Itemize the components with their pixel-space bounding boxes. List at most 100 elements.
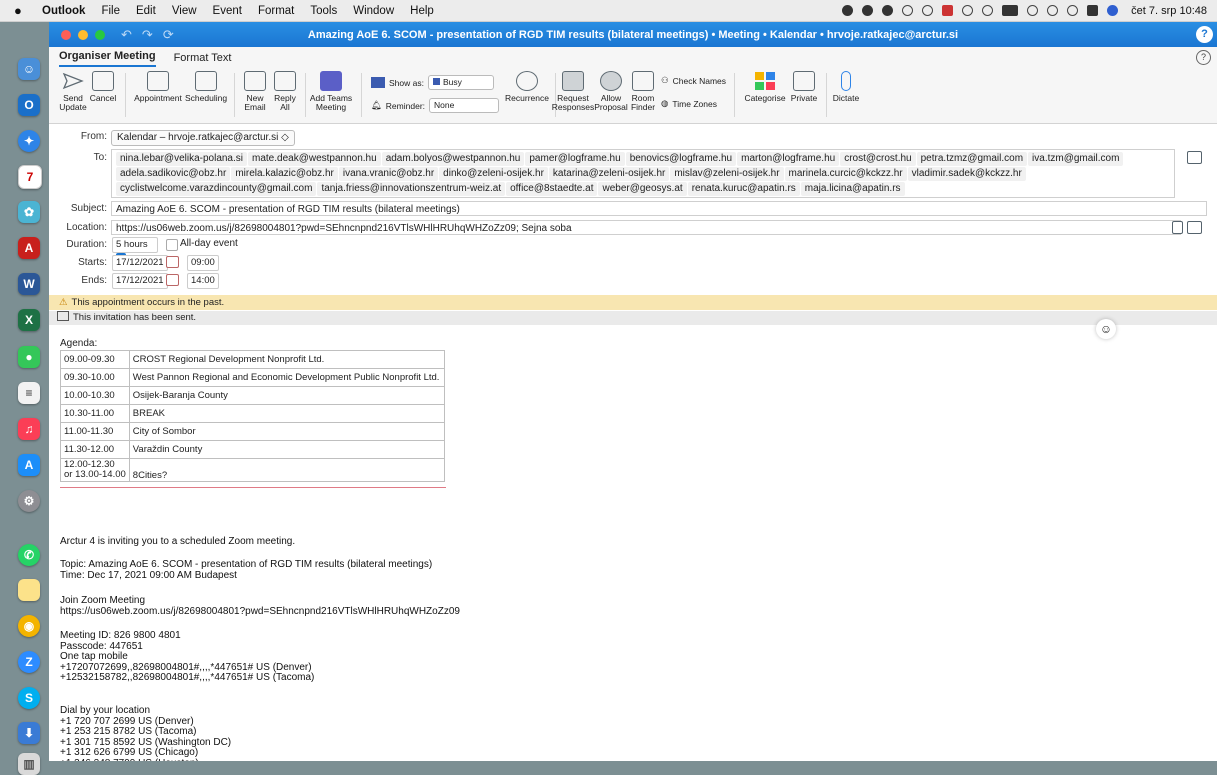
finder-icon[interactable]: ☺ bbox=[18, 58, 40, 80]
room-book-icon[interactable] bbox=[1187, 221, 1202, 234]
menu-file[interactable]: File bbox=[101, 5, 120, 17]
appointment-button[interactable]: Appointment bbox=[133, 71, 183, 103]
photos-icon[interactable]: ✿ bbox=[18, 201, 40, 223]
private-button[interactable]: Private bbox=[789, 71, 819, 103]
menu-app-name[interactable]: Outlook bbox=[42, 5, 85, 17]
flag-icon[interactable] bbox=[942, 5, 954, 16]
status-bar-icon[interactable] bbox=[842, 5, 854, 16]
siri-icon[interactable] bbox=[1107, 5, 1119, 16]
address-book-icon[interactable] bbox=[1187, 151, 1202, 164]
recipient-chip[interactable]: mislav@zeleni-osijek.hr bbox=[670, 167, 784, 181]
emoji-reaction-icon[interactable]: ☺ bbox=[1096, 319, 1116, 339]
menu-help[interactable]: Help bbox=[410, 5, 434, 17]
dictate-button[interactable]: Dictate bbox=[831, 71, 861, 103]
recipient-chip[interactable]: petra.tzmz@gmail.com bbox=[916, 152, 1028, 166]
chrome-icon[interactable]: ◉ bbox=[18, 615, 40, 637]
recipient-chip[interactable]: cyclistwelcome.varazdincounty@gmail.com bbox=[116, 182, 317, 196]
menu-event[interactable]: Event bbox=[213, 5, 242, 17]
check-names-button[interactable]: ⚇ Check Names bbox=[661, 75, 726, 86]
from-select[interactable]: Kalendar – hrvoje.ratkajec@arctur.si ◇ bbox=[111, 130, 295, 146]
tab-organiser-meeting[interactable]: Organiser Meeting bbox=[59, 48, 156, 67]
search-icon[interactable] bbox=[1067, 5, 1079, 16]
status-bar-icon[interactable] bbox=[882, 5, 894, 16]
menu-format[interactable]: Format bbox=[258, 5, 294, 17]
messages-icon[interactable]: ● bbox=[18, 346, 40, 368]
trash-icon[interactable]: ▥ bbox=[18, 753, 40, 775]
recipient-chip[interactable]: nina.lebar@velika-polana.si bbox=[116, 152, 247, 166]
keyboard-layout-icon[interactable] bbox=[1002, 5, 1019, 16]
menu-clock[interactable]: čet 7. srp 10:48 bbox=[1131, 5, 1207, 17]
zoom-window-button[interactable] bbox=[95, 29, 105, 40]
recipient-chip[interactable]: renata.kuruc@apatin.rs bbox=[687, 182, 800, 196]
status-bar-icon[interactable] bbox=[922, 5, 934, 16]
to-recipients-field[interactable]: nina.lebar@velika-polana.si mate.deak@wes… bbox=[111, 149, 1175, 198]
control-center-icon[interactable] bbox=[1087, 5, 1099, 16]
menu-window[interactable]: Window bbox=[353, 5, 394, 17]
redo-icon[interactable]: ↷ bbox=[142, 27, 153, 43]
sync-icon[interactable]: ⟳ bbox=[163, 27, 174, 43]
music-icon[interactable]: ♫ bbox=[18, 418, 40, 440]
recipient-chip[interactable]: adam.bolyos@westpannon.hu bbox=[381, 152, 525, 166]
recipient-chip[interactable]: maja.licina@apatin.rs bbox=[800, 182, 905, 196]
help-icon[interactable]: ? bbox=[1196, 26, 1213, 43]
recurrence-button[interactable]: Recurrence bbox=[504, 71, 550, 103]
recipient-chip[interactable]: adela.sadikovic@obz.hr bbox=[116, 167, 231, 181]
location-field[interactable]: https://us06web.zoom.us/j/82698004801?pw… bbox=[111, 220, 1181, 235]
word-icon[interactable]: W bbox=[18, 273, 40, 295]
show-as-select[interactable]: Busy bbox=[427, 75, 494, 90]
recipient-chip[interactable]: ivana.vranic@obz.hr bbox=[338, 167, 439, 181]
end-time-field[interactable]: 14:00 bbox=[187, 273, 219, 289]
reminders-icon[interactable]: ≡ bbox=[18, 382, 40, 404]
whatsapp-icon[interactable]: ✆ bbox=[18, 544, 40, 566]
acrobat-icon[interactable]: A bbox=[18, 237, 40, 259]
excel-icon[interactable]: X bbox=[18, 309, 40, 331]
downloads-folder-icon[interactable]: ⬇ bbox=[18, 722, 40, 744]
cancel-meeting-button[interactable]: Cancel bbox=[89, 71, 117, 103]
recipient-chip[interactable]: dinko@zeleni-osijek.hr bbox=[439, 167, 548, 181]
wifi-icon[interactable] bbox=[1027, 5, 1039, 16]
help-question-icon[interactable]: ? bbox=[1196, 50, 1211, 65]
all-day-checkbox[interactable] bbox=[166, 239, 178, 251]
tab-format-text[interactable]: Format Text bbox=[174, 50, 232, 67]
start-calendar-icon[interactable] bbox=[166, 256, 179, 268]
allow-proposal-button[interactable]: Allow Proposal bbox=[594, 71, 628, 112]
recipient-chip[interactable]: mate.deak@westpannon.hu bbox=[248, 152, 381, 166]
room-finder-button[interactable]: Room Finder bbox=[629, 71, 657, 112]
phone-icon[interactable] bbox=[962, 5, 974, 16]
calendar-icon[interactable]: 7 bbox=[18, 165, 42, 189]
subject-field[interactable]: Amazing AoE 6. SCOM - presentation of RG… bbox=[111, 201, 1207, 216]
apple-menu-icon[interactable]: ● bbox=[14, 3, 32, 18]
recipient-chip[interactable]: crost@crost.hu bbox=[840, 152, 916, 166]
recipient-chip[interactable]: iva.tzm@gmail.com bbox=[1028, 152, 1124, 166]
menu-tools[interactable]: Tools bbox=[310, 5, 337, 17]
end-date-field[interactable]: 17/12/2021 bbox=[112, 273, 168, 289]
recipient-chip[interactable]: katarina@zeleni-osijek.hr bbox=[548, 167, 670, 181]
recipient-chip[interactable]: vladimir.sadek@kckzz.hr bbox=[907, 167, 1026, 181]
close-window-button[interactable] bbox=[61, 29, 71, 40]
categorise-button[interactable]: Categorise bbox=[743, 71, 787, 103]
request-responses-button[interactable]: Request Responses bbox=[549, 71, 597, 112]
user-icon[interactable] bbox=[1047, 5, 1059, 16]
recipient-chip[interactable]: pamer@logframe.hu bbox=[525, 152, 625, 166]
recipient-chip[interactable]: mirela.kalazic@obz.hr bbox=[231, 167, 338, 181]
add-teams-meeting-button[interactable]: Add Teams Meeting bbox=[309, 71, 353, 112]
location-dropdown-icon[interactable] bbox=[1172, 221, 1183, 234]
skype-icon[interactable]: S bbox=[18, 687, 40, 709]
system-preferences-icon[interactable]: ⚙ bbox=[18, 490, 40, 512]
new-email-button[interactable]: New Email bbox=[241, 71, 269, 112]
recipient-chip[interactable]: tanja.friess@innovationszentrum-weiz.at bbox=[317, 182, 506, 196]
undo-icon[interactable]: ↶ bbox=[121, 27, 132, 43]
start-date-field[interactable]: 17/12/2021 bbox=[112, 255, 168, 271]
time-zones-button[interactable]: ◍ Time Zones bbox=[661, 98, 717, 109]
reminder-select[interactable]: None bbox=[429, 98, 500, 113]
recipient-chip[interactable]: marton@logframe.hu bbox=[737, 152, 840, 166]
app-store-icon[interactable]: A bbox=[18, 454, 40, 476]
minimize-window-button[interactable] bbox=[78, 29, 88, 40]
zoom-icon[interactable]: Z bbox=[18, 651, 40, 673]
reply-all-button[interactable]: Reply All bbox=[271, 71, 299, 112]
volume-icon[interactable] bbox=[982, 5, 994, 16]
duration-select[interactable]: 5 hours ⌄ bbox=[112, 237, 158, 264]
start-time-field[interactable]: 09:00 bbox=[187, 255, 219, 271]
menu-view[interactable]: View bbox=[172, 5, 197, 17]
scheduling-button[interactable]: Scheduling bbox=[185, 71, 227, 103]
